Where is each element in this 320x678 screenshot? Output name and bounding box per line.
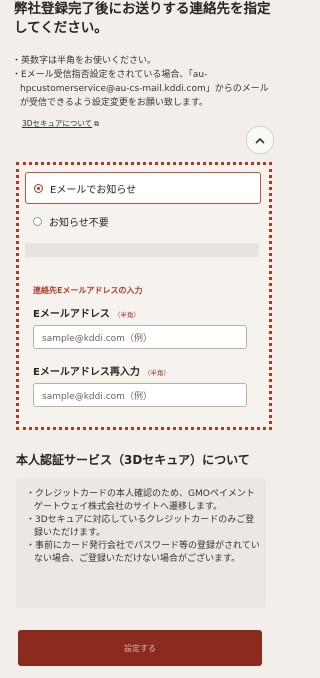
email-label-text: Eメールアドレス (33, 309, 110, 320)
intro-note: ・Eメール受信指否設定をされている場合、「au-hpcustomerservic… (12, 70, 269, 108)
chevron-up-icon (255, 137, 265, 144)
half-width-note: （半角） (143, 369, 170, 377)
3d-secure-link[interactable]: 3Dセキュアについて ⧉ (22, 118, 99, 129)
option-label: お知らせ不要 (49, 217, 109, 229)
half-width-note: （半角） (113, 311, 140, 319)
auth-info-panel: ・クレジットカードの本人確認のため、GMOペイメントゲートウェイ株式会社のサイト… (16, 478, 266, 608)
auth-notes: ・クレジットカードの本人確認のため、GMOペイメントゲートウェイ株式会社のサイト… (26, 488, 260, 566)
3d-secure-link-text[interactable]: 3Dセキュアについて (22, 119, 92, 128)
section-title: 連絡先Eメールアドレスの入力 (33, 286, 143, 295)
auth-title: 本人認証サービス（3Dセキュア）について (16, 453, 250, 467)
email-confirm-placeholder: sample@kddi.com（例） (42, 391, 152, 402)
intro-heading-line2: してください。 (14, 20, 108, 36)
email-confirm-label-text: Eメールアドレス再入力 (33, 367, 140, 378)
intro-heading: 弊社登録完了後にお送りする連絡先を指定 してください。 (14, 0, 274, 38)
auth-note: ・3Dセキュアに対応しているクレジットカードのみご登録いただけます。 (26, 515, 255, 538)
intro-notes: ・英数字は半角をお使いください。 ・Eメール受信指否設定をされている場合、「au… (12, 54, 270, 110)
option-email-notify[interactable]: Eメールでお知らせ (25, 172, 261, 204)
submit-label: 設定する (124, 643, 156, 653)
external-link-icon: ⧉ (94, 120, 100, 128)
intro-note: ・英数字は半角をお使いください。 (12, 56, 157, 66)
email-field[interactable]: sample@kddi.com（例） (33, 325, 247, 349)
auth-note: ・事前にカード発行会社でパスワード等の登録がされていない場合、ご登録いただけない… (26, 541, 260, 564)
option-label: Eメールでお知らせ (50, 184, 137, 196)
email-label: Eメールアドレス （半角） (33, 305, 140, 320)
auth-note: ・クレジットカードの本人確認のため、GMOペイメントゲートウェイ株式会社のサイト… (26, 489, 255, 512)
contact-panel: Eメールでお知らせ お知らせ不要 連絡先Eメールアドレスの入力 Eメールアドレス… (16, 162, 272, 430)
page: 弊社登録完了後にお送りする連絡先を指定 してください。 ・英数字は半角をお使いく… (0, 0, 280, 678)
collapse-button[interactable] (246, 126, 274, 154)
email-confirm-field[interactable]: sample@kddi.com（例） (33, 383, 247, 407)
email-confirm-label: Eメールアドレス再入力 （半角） (33, 363, 170, 378)
option-no-notify[interactable]: お知らせ不要 (25, 206, 259, 236)
intro-heading-line1: 弊社登録完了後にお送りする連絡先を指定 (14, 1, 271, 17)
radio-selected-icon[interactable] (34, 183, 43, 193)
email-placeholder: sample@kddi.com（例） (42, 333, 152, 344)
divider (25, 243, 259, 257)
radio-unselected-icon[interactable] (33, 216, 42, 226)
submit-button[interactable]: 設定する (18, 630, 262, 666)
